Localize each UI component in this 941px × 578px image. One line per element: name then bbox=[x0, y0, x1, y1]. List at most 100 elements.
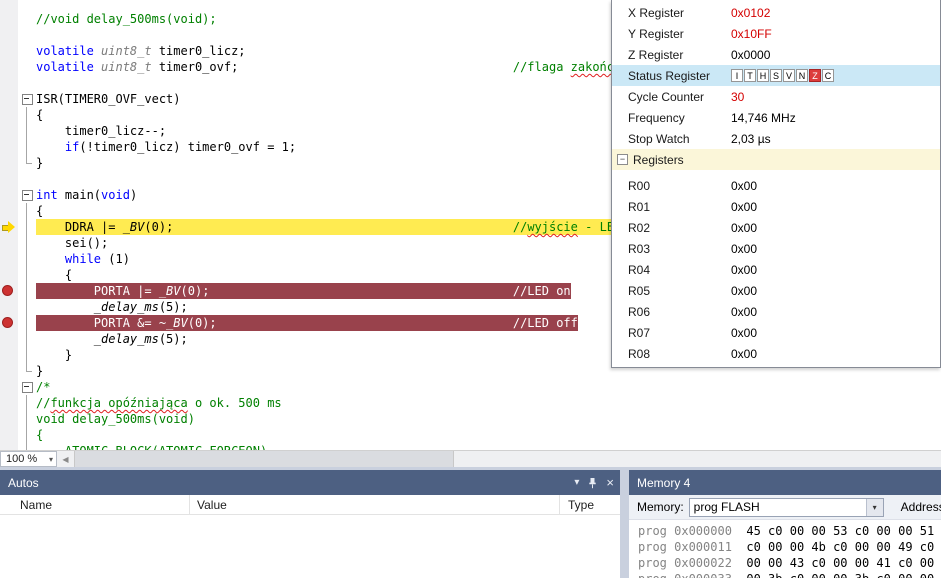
register-row[interactable]: R01 0x00 bbox=[612, 196, 940, 217]
breakpoint-gutter[interactable] bbox=[0, 91, 18, 107]
register-row[interactable]: X Register 0x0102 bbox=[612, 2, 940, 23]
code-line[interactable]: /* bbox=[0, 379, 941, 395]
breakpoint-gutter[interactable] bbox=[0, 107, 18, 123]
memory-row[interactable]: prog 0x000022 00 00 43 c0 00 00 41 c0 00… bbox=[638, 555, 941, 571]
code-text: } bbox=[36, 347, 72, 363]
status-flag-H[interactable]: H bbox=[757, 69, 769, 82]
status-flag-Z[interactable]: Z bbox=[809, 69, 821, 82]
zoom-level-select[interactable]: 100 % ▾ bbox=[0, 451, 57, 467]
autos-titlebar[interactable]: Autos ▾ × bbox=[0, 470, 620, 495]
column-header-value[interactable]: Value bbox=[190, 495, 560, 514]
breakpoint-gutter[interactable] bbox=[0, 75, 18, 91]
memory-row[interactable]: prog 0x000000 45 c0 00 00 53 c0 00 00 51… bbox=[638, 523, 941, 539]
register-row[interactable]: R04 0x00 bbox=[612, 259, 940, 280]
pin-icon[interactable] bbox=[587, 477, 598, 489]
breakpoint-gutter[interactable] bbox=[0, 59, 18, 75]
fold-margin bbox=[18, 203, 36, 219]
fold-collapse-icon[interactable] bbox=[18, 91, 36, 107]
register-row[interactable]: Status Register I T H S V N Z C bbox=[612, 65, 940, 86]
window-position-icon[interactable]: ▾ bbox=[574, 477, 579, 488]
scroll-left-button[interactable]: ◀ bbox=[57, 451, 74, 467]
fold-collapse-icon[interactable] bbox=[18, 187, 36, 203]
breakpoint-gutter[interactable] bbox=[0, 251, 18, 267]
breakpoint-icon[interactable] bbox=[0, 283, 18, 299]
register-row[interactable]: Z Register 0x0000 bbox=[612, 44, 940, 65]
breakpoint-gutter[interactable] bbox=[0, 395, 18, 411]
register-row[interactable]: R03 0x00 bbox=[612, 238, 940, 259]
scrollbar-thumb[interactable] bbox=[74, 451, 454, 467]
register-row[interactable]: Frequency 14,746 MHz bbox=[612, 107, 940, 128]
fold-margin bbox=[18, 363, 36, 379]
breakpoint-gutter[interactable] bbox=[0, 203, 18, 219]
code-token: wyjście bbox=[527, 220, 578, 234]
chevron-down-icon[interactable]: ▾ bbox=[865, 498, 883, 516]
status-flag-I[interactable]: I bbox=[731, 69, 743, 82]
fold-margin bbox=[18, 107, 36, 123]
breakpoint-gutter[interactable] bbox=[0, 411, 18, 427]
code-token: int bbox=[36, 188, 58, 202]
register-row[interactable]: R02 0x00 bbox=[612, 217, 940, 238]
breakpoint-gutter[interactable] bbox=[0, 363, 18, 379]
column-header-name[interactable]: Name bbox=[0, 495, 190, 514]
breakpoint-gutter[interactable] bbox=[0, 43, 18, 59]
register-row[interactable]: Cycle Counter 30 bbox=[612, 86, 940, 107]
status-flag-S[interactable]: S bbox=[770, 69, 782, 82]
status-flag-T[interactable]: T bbox=[744, 69, 756, 82]
status-flag-V[interactable]: V bbox=[783, 69, 795, 82]
breakpoint-gutter[interactable] bbox=[0, 11, 18, 27]
breakpoint-gutter[interactable] bbox=[0, 331, 18, 347]
register-row[interactable]: − Registers bbox=[612, 149, 940, 170]
code-line[interactable]: //funkcja opóźniająca o ok. 500 ms bbox=[0, 395, 941, 411]
register-row[interactable]: R05 0x00 bbox=[612, 280, 940, 301]
breakpoint-icon[interactable] bbox=[0, 315, 18, 331]
breakpoint-gutter[interactable] bbox=[0, 379, 18, 395]
breakpoint-gutter[interactable] bbox=[0, 267, 18, 283]
register-row[interactable]: Y Register 0x10FF bbox=[612, 23, 940, 44]
status-flag-N[interactable]: N bbox=[796, 69, 808, 82]
breakpoint-gutter[interactable] bbox=[0, 27, 18, 43]
registers-rows: X Register 0x0102 Y Register 0x10FF Z Regist… bbox=[612, 2, 940, 364]
code-text: volatile uint8_t timer0_ovf; //flaga zak… bbox=[36, 59, 621, 75]
fold-collapse-icon[interactable] bbox=[18, 379, 36, 395]
breakpoint-gutter[interactable] bbox=[0, 427, 18, 443]
code-token: volatile bbox=[36, 44, 94, 58]
code-text: void delay_500ms(void) bbox=[36, 411, 195, 427]
memory-bytes: c0 00 00 4b c0 00 00 49 c0 00 bbox=[731, 540, 941, 554]
code-text: while (1) bbox=[36, 251, 130, 267]
breakpoint-gutter[interactable] bbox=[0, 299, 18, 315]
breakpoint-gutter[interactable] bbox=[0, 123, 18, 139]
memory-address: prog 0x000022 bbox=[638, 556, 732, 570]
column-header-type[interactable]: Type bbox=[560, 495, 620, 514]
code-token: /* bbox=[36, 380, 51, 394]
code-text: PORTA |= _BV(0); //LED on bbox=[36, 283, 571, 299]
code-text: _delay_ms(5); bbox=[36, 299, 188, 315]
code-line[interactable]: void delay_500ms(void) bbox=[0, 411, 941, 427]
breakpoint-gutter[interactable] bbox=[0, 139, 18, 155]
memory-type-select[interactable]: prog FLASH ▾ bbox=[688, 497, 884, 517]
status-flag-C[interactable]: C bbox=[822, 69, 834, 82]
register-row[interactable]: R06 0x00 bbox=[612, 301, 940, 322]
register-row[interactable]: Stop Watch 2,03 µs bbox=[612, 128, 940, 149]
register-row[interactable]: R00 0x00 bbox=[612, 175, 940, 196]
code-line[interactable]: ATOMIC_BLOCK(ATOMIC_FORCEON) bbox=[0, 443, 941, 450]
register-row[interactable]: R07 0x00 bbox=[612, 322, 940, 343]
breakpoint-gutter[interactable] bbox=[0, 171, 18, 187]
breakpoint-gutter[interactable] bbox=[0, 347, 18, 363]
breakpoint-gutter[interactable] bbox=[0, 155, 18, 171]
breakpoint-gutter[interactable] bbox=[0, 187, 18, 203]
close-icon[interactable]: × bbox=[606, 476, 614, 489]
code-token: void bbox=[101, 188, 130, 202]
bottom-dock: Autos ▾ × Name Value Type Memory 4 Memory: bbox=[0, 467, 941, 578]
memory-row[interactable]: prog 0x000011 c0 00 00 4b c0 00 00 49 c0… bbox=[638, 539, 941, 555]
code-line[interactable]: { bbox=[0, 427, 941, 443]
horizontal-scrollbar[interactable]: 100 % ▾ ◀ bbox=[0, 450, 941, 467]
breakpoint-gutter[interactable] bbox=[0, 443, 18, 450]
register-row[interactable]: R08 0x00 bbox=[612, 343, 940, 364]
breakpoint-gutter[interactable] bbox=[0, 235, 18, 251]
collapse-icon[interactable]: − bbox=[617, 154, 628, 165]
memory-titlebar[interactable]: Memory 4 bbox=[629, 470, 941, 495]
memory-row[interactable]: prog 0x000033 00 3b c0 00 00 3b c0 00 00… bbox=[638, 571, 941, 578]
register-name: X Register bbox=[628, 5, 685, 20]
